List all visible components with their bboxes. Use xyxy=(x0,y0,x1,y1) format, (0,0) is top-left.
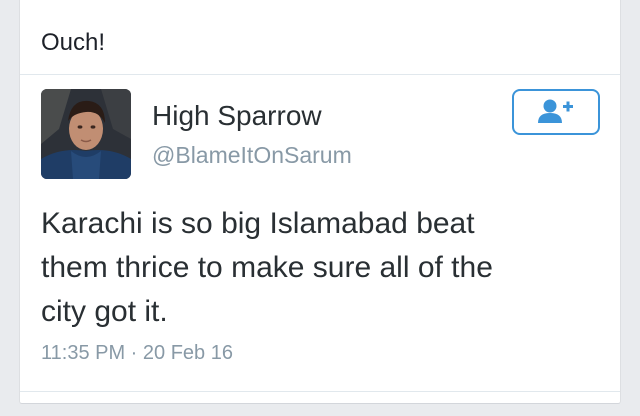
post-text: Ouch! xyxy=(41,29,106,56)
user-name[interactable]: High Sparrow xyxy=(152,100,322,132)
avatar[interactable] xyxy=(41,89,131,179)
facebook-post-card: Ouch! High Sparrow @BlameItOnSarum Karac… xyxy=(19,0,621,404)
avatar-image xyxy=(41,89,131,179)
tweet-text: Karachi is so big Islamabad beat them th… xyxy=(41,207,493,328)
user-handle[interactable]: @BlameItOnSarum xyxy=(152,141,352,169)
embedded-tweet[interactable]: High Sparrow @BlameItOnSarum Karachi is … xyxy=(20,74,620,392)
add-user-icon xyxy=(538,99,573,123)
tweet-timestamp[interactable]: 11:35 PM · 20 Feb 16 xyxy=(41,341,233,365)
follow-button[interactable] xyxy=(512,89,600,135)
